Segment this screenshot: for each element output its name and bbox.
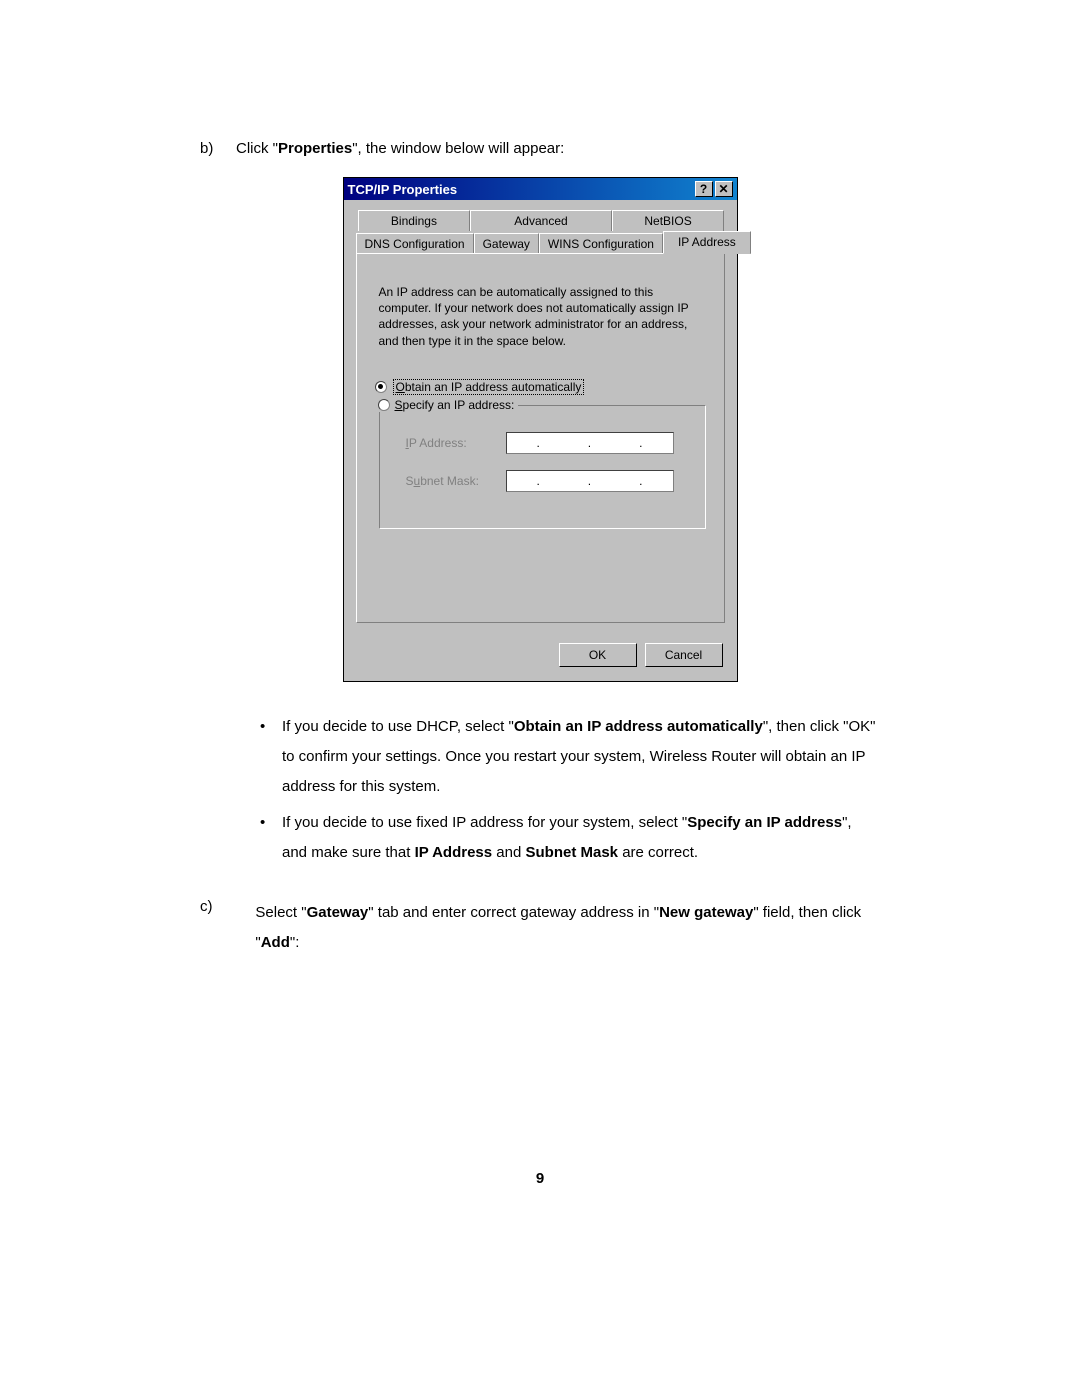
c-mid1: " tab and enter correct gateway address … (368, 904, 659, 921)
intro-text: An IP address can be automatically assig… (379, 284, 702, 349)
subnet-mask-row: Subnet Mask: ... (406, 470, 691, 492)
ip-address-row: IP Address: ... (406, 432, 691, 454)
b2-bold1: Specify an IP address (687, 814, 842, 831)
tab-advanced[interactable]: Advanced (470, 210, 611, 231)
c-post: ": (290, 934, 300, 951)
b2-pre: If you decide to use fixed IP address fo… (282, 814, 687, 831)
tcpip-properties-dialog: TCP/IP Properties ? ✕ Bindings Advanced … (343, 177, 738, 682)
tab-ip-address[interactable]: IP Address (663, 231, 751, 254)
bullet-1: If you decide to use DHCP, select "Obtai… (260, 712, 880, 802)
titlebar: TCP/IP Properties ? ✕ (344, 178, 737, 200)
radio-specify-ip[interactable]: Specify an IP address: (374, 398, 519, 412)
dialog-body: Bindings Advanced NetBIOS DNS Configurat… (344, 200, 737, 633)
tabs-row-front: DNS Configuration Gateway WINS Configura… (356, 231, 725, 254)
radio-obtain-automatically[interactable]: Obtain an IP address automatically (375, 379, 712, 395)
step-b-text: Click "Properties", the window below wil… (236, 140, 564, 157)
b2-bold2: IP Address (415, 844, 493, 861)
tab-wins-configuration[interactable]: WINS Configuration (539, 233, 663, 254)
bullet-list: If you decide to use DHCP, select "Obtai… (200, 712, 880, 868)
b2-bold3: Subnet Mask (526, 844, 619, 861)
c-bold2: New gateway (659, 904, 753, 921)
b1-bold: Obtain an IP address automatically (514, 718, 763, 735)
step-b-label: b) (200, 140, 236, 157)
tab-gateway[interactable]: Gateway (474, 233, 539, 254)
step-c-label: c) (200, 898, 255, 958)
c-pre: Select " (255, 904, 306, 921)
specify-ip-group: Specify an IP address: IP Address: ... S… (379, 405, 706, 529)
tab-dns-configuration[interactable]: DNS Configuration (356, 233, 474, 254)
step-b-line: b) Click "Properties", the window below … (200, 140, 880, 157)
step-b-prefix: Click " (236, 140, 278, 157)
b2-post: are correct. (618, 844, 698, 861)
step-b-suffix: ", the window below will appear: (352, 140, 564, 157)
c-bold1: Gateway (307, 904, 369, 921)
cancel-button[interactable]: Cancel (645, 643, 723, 667)
radio-dot-icon (375, 381, 387, 393)
c-bold3: Add (261, 934, 290, 951)
help-icon[interactable]: ? (695, 181, 713, 197)
dialog-title: TCP/IP Properties (348, 182, 458, 197)
tab-panel-ip-address: An IP address can be automatically assig… (356, 253, 725, 623)
ip-address-label: IP Address: (406, 436, 506, 450)
bullet-2: If you decide to use fixed IP address fo… (260, 808, 880, 868)
page-number: 9 (0, 1170, 1080, 1187)
tab-bindings[interactable]: Bindings (358, 210, 471, 231)
tabs-row-back: Bindings Advanced NetBIOS (358, 210, 725, 231)
tab-netbios[interactable]: NetBIOS (612, 210, 725, 231)
subnet-mask-input[interactable]: ... (506, 470, 674, 492)
b1-pre: If you decide to use DHCP, select " (282, 718, 514, 735)
step-b-bold: Properties (278, 140, 352, 157)
radio2-label: Specify an IP address: (395, 398, 515, 412)
dialog-buttons: OK Cancel (344, 633, 737, 681)
b2-mid2: and (492, 844, 525, 861)
ok-button[interactable]: OK (559, 643, 637, 667)
step-c-line: c) Select "Gateway" tab and enter correc… (200, 898, 880, 958)
ip-address-input[interactable]: ... (506, 432, 674, 454)
close-icon[interactable]: ✕ (715, 181, 733, 197)
radio-empty-icon (378, 399, 390, 411)
radio1-label: Obtain an IP address automatically (393, 379, 585, 395)
subnet-mask-label: Subnet Mask: (406, 474, 506, 488)
step-c-text: Select "Gateway" tab and enter correct g… (255, 898, 880, 958)
